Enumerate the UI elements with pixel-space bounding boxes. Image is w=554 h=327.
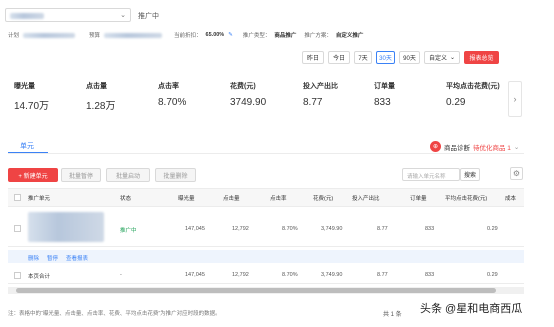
plan-select[interactable]: ⌄ xyxy=(5,8,131,22)
total-checkbox[interactable] xyxy=(14,272,21,279)
col-roi[interactable]: 投入产出比 xyxy=(352,194,380,202)
horizontal-scrollbar[interactable] xyxy=(8,287,524,294)
diagnosis[interactable]: ⊕ 商品诊断 待优化商品 1 ⌄ xyxy=(430,141,519,152)
footnote: 注：表格中的“曝光量、点击量、点击率、花费、平均点击花费”为推广对应时段的数据。 xyxy=(8,311,221,317)
view-report-link[interactable]: 查看报表 xyxy=(66,254,88,262)
metric-spend[interactable]: 花费(元) 3749.90 xyxy=(230,81,266,108)
batch-start-button[interactable]: 批量启动 xyxy=(106,168,150,182)
discount-label: 当前折扣： xyxy=(174,33,202,39)
row-status: 推广中 xyxy=(120,228,137,234)
pause-link[interactable]: 暂停 xyxy=(47,254,58,262)
metric-impressions[interactable]: 曝光量 14.70万 xyxy=(14,81,49,112)
discount-value: 65.00% xyxy=(205,32,225,38)
budget-label: 预算 xyxy=(89,33,101,39)
date-yesterday-button[interactable]: 昨日 xyxy=(302,51,324,64)
chevron-right-icon: › xyxy=(513,94,517,104)
chevron-down-icon: ⌄ xyxy=(120,12,126,19)
col-orders[interactable]: 订单量 xyxy=(410,194,427,202)
metric-clicks[interactable]: 点击量 1.28万 xyxy=(86,81,115,112)
date-30days-button[interactable]: 30天 xyxy=(376,51,395,64)
watermark-text: 头条 @星和电商西瓜 xyxy=(416,298,527,318)
date-today-button[interactable]: 今日 xyxy=(328,51,350,64)
diagnosis-icon: ⊕ xyxy=(430,141,441,152)
col-clicks[interactable]: 点击量 xyxy=(223,194,240,202)
col-unit: 推广单元 xyxy=(28,196,51,202)
col-status: 状态 xyxy=(120,196,132,202)
search-input[interactable]: 请输入单元名称 xyxy=(402,168,460,181)
chevron-down-icon: ⌄ xyxy=(449,55,456,61)
type-value: 商品推广 xyxy=(274,33,297,39)
batch-delete-button[interactable]: 批量删除 xyxy=(155,168,196,182)
col-ctr[interactable]: 点击率 xyxy=(270,194,287,202)
plan-id-label: 计划 xyxy=(8,33,20,39)
row-checkbox[interactable] xyxy=(14,225,21,232)
type-label: 推广类型： xyxy=(242,33,271,39)
delete-link[interactable]: 删除 xyxy=(28,254,39,262)
col-avg-cpc[interactable]: 平均点击花费(元) xyxy=(445,194,487,202)
edit-icon[interactable]: ✎ xyxy=(228,32,233,38)
col-cost[interactable]: 成本 xyxy=(505,194,516,202)
total-label: 本页合计 xyxy=(28,274,51,280)
date-custom-button[interactable]: 自定义 ⌄ xyxy=(424,51,460,64)
tab-unit[interactable]: 单元 xyxy=(13,141,41,151)
search-button[interactable]: 搜索 xyxy=(460,168,480,181)
metrics-next-button[interactable]: › xyxy=(508,81,522,117)
metric-orders[interactable]: 订单量 833 xyxy=(374,81,395,108)
batch-pause-button[interactable]: 批量暂停 xyxy=(61,168,101,182)
status-text: 推广中 xyxy=(138,13,159,20)
col-spend[interactable]: 花费(元) xyxy=(313,194,333,202)
pagination-total: 共 1 条 xyxy=(383,312,402,318)
metric-roi[interactable]: 投入产出比 8.77 xyxy=(303,81,338,108)
select-all-checkbox[interactable] xyxy=(14,194,21,201)
metric-avg-cpc[interactable]: 平均点击花费(元) 0.29 xyxy=(446,81,500,108)
new-unit-button[interactable]: + 新建单元 xyxy=(8,168,58,182)
date-7days-button[interactable]: 7天 xyxy=(354,51,372,64)
report-overview-button[interactable]: 报表总览 xyxy=(464,51,499,64)
col-impressions[interactable]: 曝光量 xyxy=(178,194,195,202)
metric-ctr[interactable]: 点击率 8.70% xyxy=(158,81,186,108)
settings-icon[interactable]: ⚙ xyxy=(510,167,523,180)
scheme-value: 自定义推广 xyxy=(335,33,364,39)
date-90days-button[interactable]: 90天 xyxy=(399,51,420,64)
scheme-label: 推广方案： xyxy=(304,33,332,39)
